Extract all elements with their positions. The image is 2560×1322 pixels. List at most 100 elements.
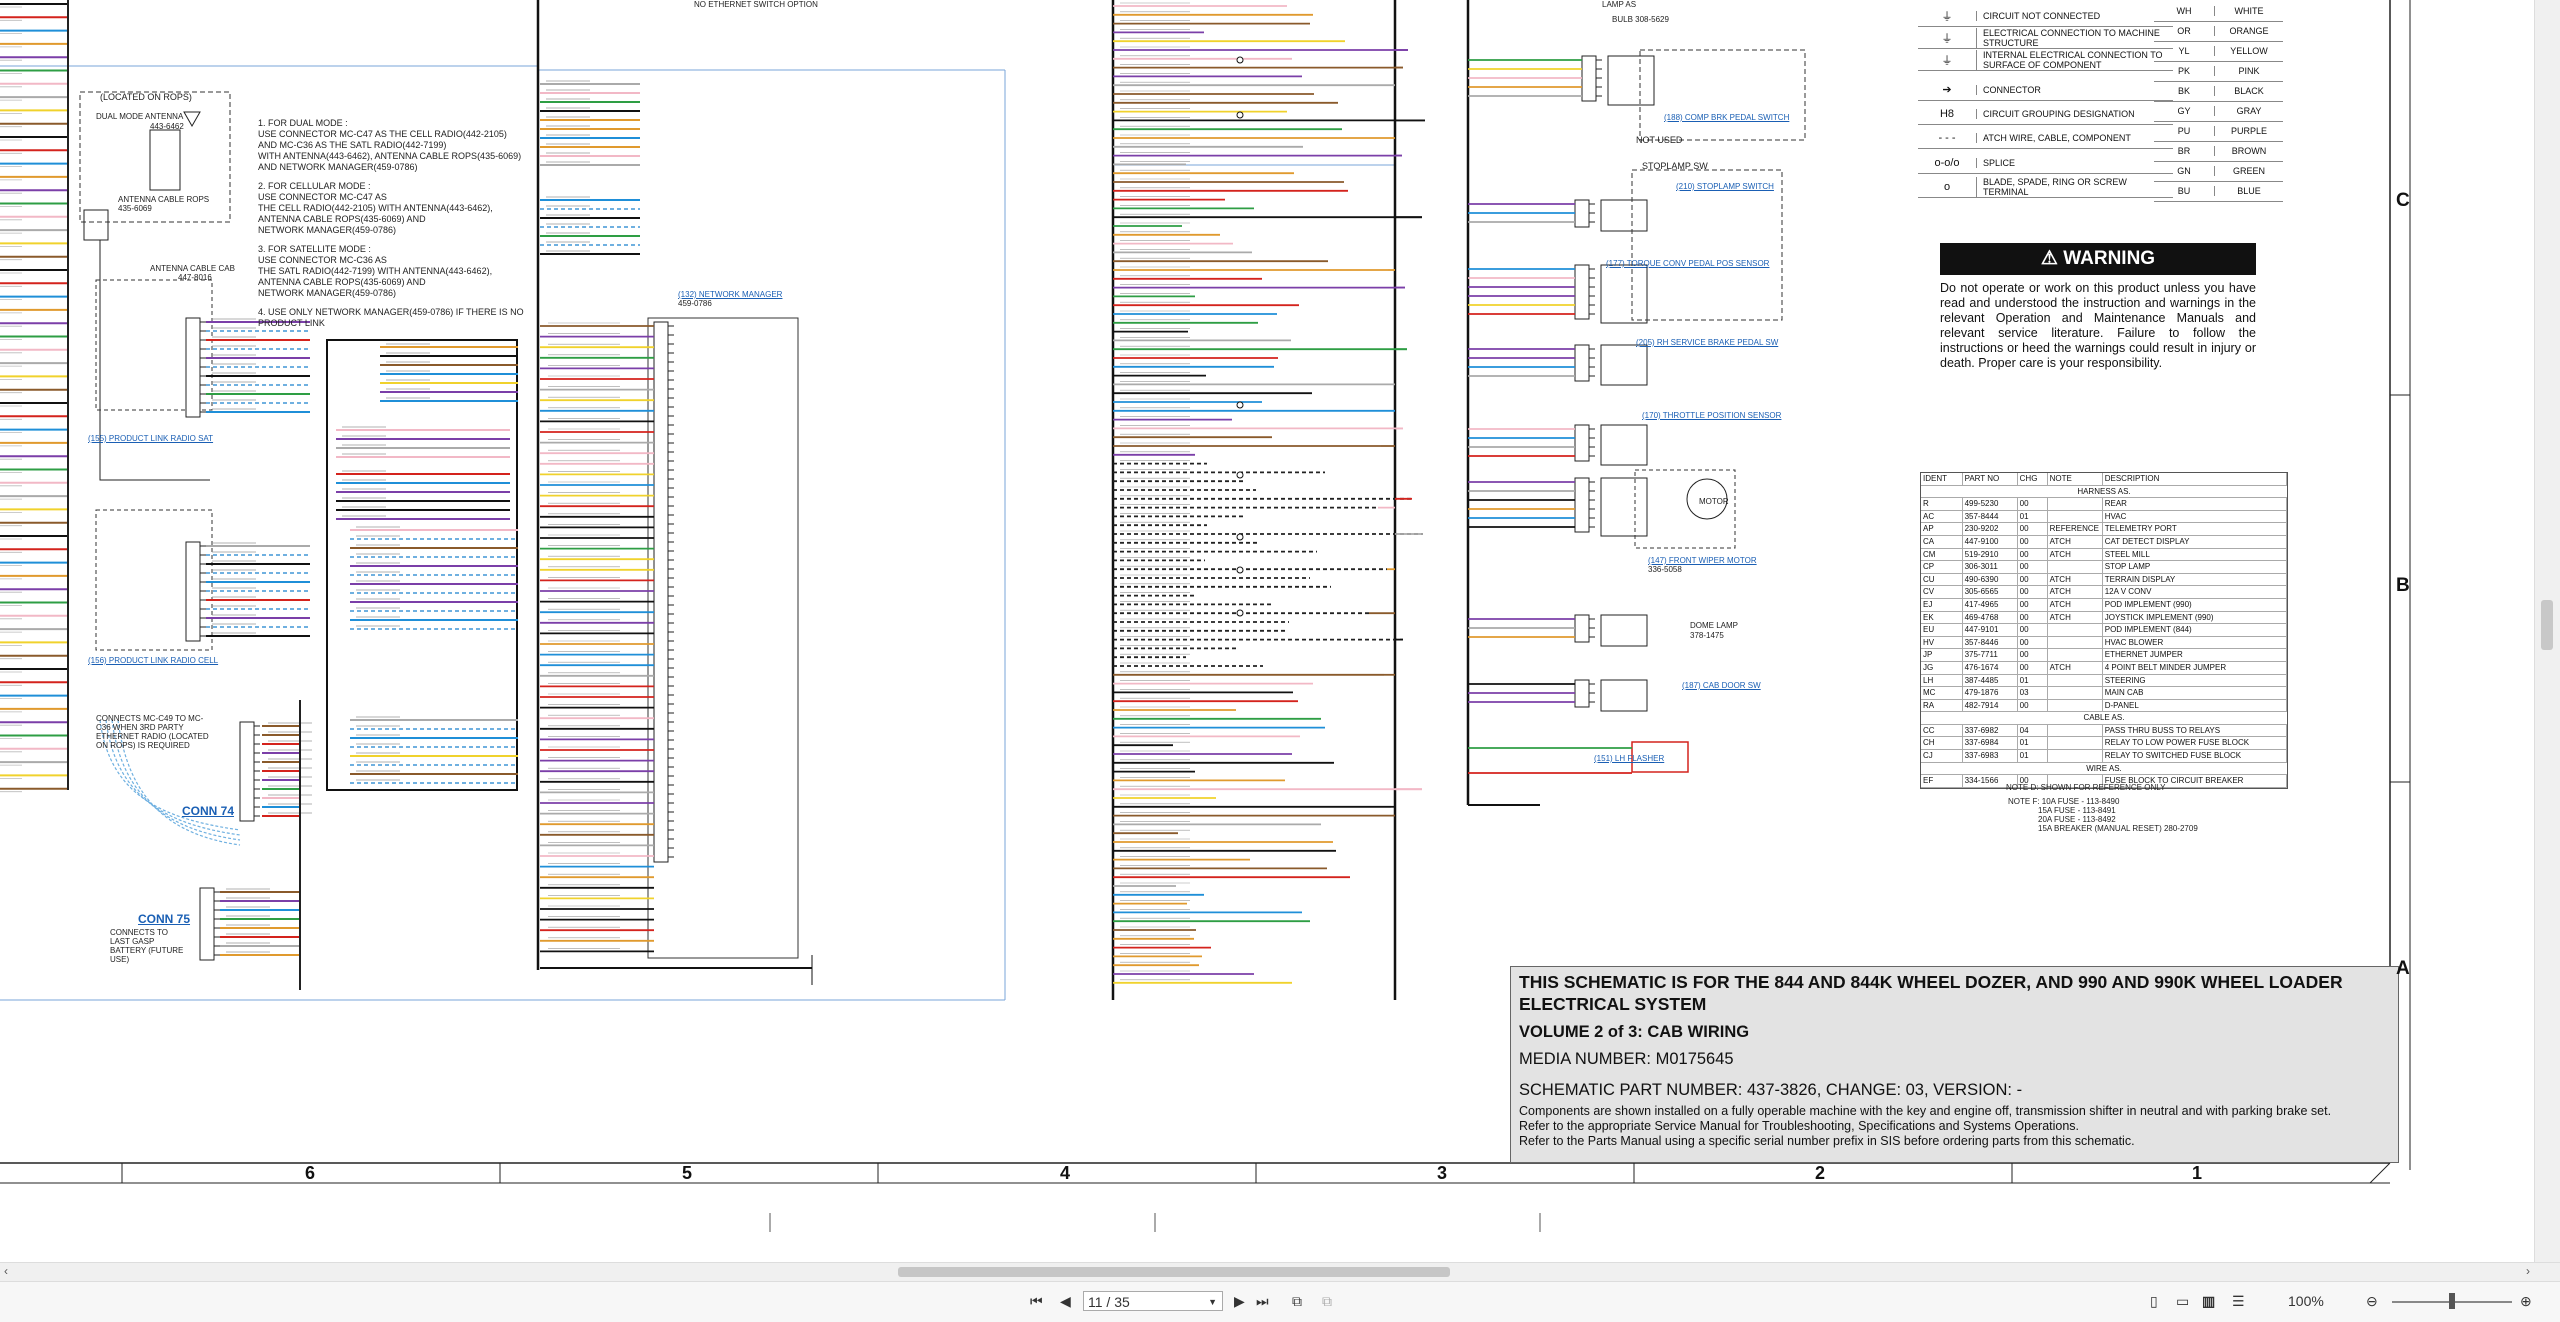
table-cell: 01 — [2018, 510, 2048, 523]
color-code: WH — [2176, 5, 2192, 16]
media-number: MEDIA NUMBER: M0175645 — [1519, 1050, 1734, 1068]
throttle-sensor-link[interactable]: (170) THROTTLE POSITION SENSOR — [1642, 411, 1781, 420]
table-cell: 476-1674 — [1963, 661, 2018, 674]
zone-number: 1 — [2192, 1163, 2203, 1183]
table-row: JG 476-1674 00 ATCH 4 POINT BELT MINDER JUMP… — [1921, 661, 2288, 675]
table-cell: EU — [1921, 624, 1963, 636]
connector — [1574, 344, 1590, 382]
table-cell: 00 — [2018, 699, 2048, 712]
table-row: RA 482-7914 00 D-PANEL — [1921, 699, 2288, 713]
dome-lamp-part: 378-1475 — [1690, 631, 1724, 640]
torque-conv-sensor-link[interactable]: (177) TORQUE CONV PEDAL POS SENSOR — [1606, 259, 1769, 268]
component-box — [1600, 199, 1648, 232]
table-row: CV 305-6565 00 ATCH 12A V CONV — [1921, 586, 2288, 599]
color-name: YELLOW — [2214, 45, 2283, 56]
single-page-view-icon[interactable]: ▯ — [2150, 1292, 2158, 1310]
legend-symbol-icon: ⏚ — [1941, 10, 1953, 23]
product-link-cell-link[interactable]: (156) PRODUCT LINK RADIO CELL — [88, 656, 218, 665]
zoom-out-icon[interactable]: ⊖ — [2366, 1292, 2378, 1310]
component-box — [1600, 264, 1648, 324]
first-page-icon[interactable]: ⏮ — [1030, 1292, 1043, 1310]
warning-header: ⚠ WARNING — [1940, 243, 2256, 275]
next-page-icon[interactable]: ▶ — [1234, 1292, 1245, 1310]
table-cell: 490-6390 — [1963, 573, 2018, 586]
top-cut-text: NO ETHERNET SWITCH OPTION — [694, 0, 818, 9]
flasher-link[interactable]: (151) LH FLASHER — [1594, 754, 1664, 763]
table-cell: RELAY TO SWITCHED FUSE BLOCK — [2103, 750, 2288, 762]
title-block: THIS SCHEMATIC IS FOR THE 844 AND 844K W… — [1510, 966, 2399, 1163]
page-selector[interactable]: 11 / 35 ▼ — [1083, 1291, 1223, 1311]
conn74-link[interactable]: CONN 74 — [182, 805, 234, 817]
table-cell: HV — [1921, 636, 1963, 649]
stoplamp-switch-link[interactable]: (210) STOPLAMP SWITCH — [1676, 182, 1774, 191]
table-cell: STEEL MILL — [2103, 548, 2288, 561]
table-row: AP 230-9202 00 REFERENCE TELEMETRY PORT — [1921, 523, 2288, 536]
table-row: MC 479-1876 03 MAIN CAB — [1921, 687, 2288, 700]
table-cell: 00 — [2018, 523, 2048, 535]
legend-text: ELECTRICAL CONNECTION TO MACHINE STRUCTU… — [1976, 27, 2173, 48]
conn75-link[interactable]: CONN 75 — [138, 913, 190, 925]
table-cell: 00 — [2018, 498, 2048, 510]
component-box — [1600, 614, 1648, 647]
parts-note-f4: 15A BREAKER (MANUAL RESET) 280-2709 — [2038, 824, 2198, 833]
table-cell: HVAC — [2103, 510, 2288, 523]
rotate-icon[interactable]: ⧉ — [1322, 1292, 1332, 1310]
table-cell: CH — [1921, 737, 1963, 750]
table-cell: IDENT — [1921, 473, 1963, 485]
boundary-line — [0, 65, 1005, 71]
horizontal-scroll-thumb[interactable] — [898, 1267, 1450, 1277]
table-cell: CA — [1921, 535, 1963, 548]
color-code: OR — [2177, 25, 2191, 36]
comp-brk-switch-link[interactable]: (188) COMP BRK PEDAL SWITCH — [1664, 113, 1789, 122]
scroll-left-icon[interactable]: ‹ — [4, 1264, 8, 1278]
note-line: NETWORK MANAGER(459-0786) — [258, 288, 397, 298]
table-cell: EJ — [1921, 598, 1963, 611]
table-row: HV 357-8446 00 HVAC BLOWER — [1921, 636, 2288, 650]
network-manager-link[interactable]: (132) NETWORK MANAGER — [678, 290, 782, 299]
door-sw-link[interactable]: (187) CAB DOOR SW — [1682, 681, 1761, 690]
title-notes: Components are shown installed on a full… — [1519, 1104, 2398, 1149]
table-cell: STEERING — [2103, 674, 2288, 687]
table-cell: RA — [1921, 699, 1963, 712]
facing-view-icon[interactable]: ▥ — [2202, 1292, 2215, 1310]
connector — [185, 541, 201, 642]
antenna-cable-cab-part: 447-8016 — [178, 273, 212, 282]
zoom-slider-handle[interactable] — [2449, 1293, 2455, 1309]
zoom-level[interactable]: 100% — [2288, 1292, 2324, 1310]
table-cell: NOTE — [2048, 473, 2103, 485]
note-line: NETWORK MANAGER(459-0786) — [258, 225, 397, 235]
table-row: EU 447-9101 00 POD IMPLEMENT (844) — [1921, 624, 2288, 637]
network-manager-part: 459-0786 — [678, 299, 712, 308]
table-cell: 469-4768 — [1963, 611, 2018, 624]
table-cell: 519-2910 — [1963, 548, 2018, 561]
vertical-scrollbar[interactable] — [2534, 0, 2560, 1262]
frame-line — [2369, 1162, 2391, 1184]
table-row: CU 490-6390 00 ATCH TERRAIN DISPLAY — [1921, 573, 2288, 587]
table-cell: RELAY TO LOW POWER FUSE BLOCK — [2103, 737, 2288, 750]
product-link-sat-link[interactable]: (155) PRODUCT LINK RADIO SAT — [88, 434, 213, 443]
splice-icon — [1236, 609, 1244, 617]
horizontal-scrollbar[interactable]: ‹ › — [0, 1262, 2560, 1281]
table-cell: 337-6984 — [1963, 737, 2018, 750]
connector — [1574, 679, 1590, 708]
two-pages-icon[interactable]: ⧉ — [1292, 1292, 1302, 1310]
note-line: AND NETWORK MANAGER(459-0786) — [258, 162, 418, 172]
zoom-in-icon[interactable]: ⊕ — [2520, 1292, 2532, 1310]
continuous-view-icon[interactable]: ▭ — [2176, 1292, 2189, 1310]
table-cell: JOYSTICK IMPLEMENT (990) — [2103, 611, 2288, 624]
service-brake-sensor-link[interactable]: (205) RH SERVICE BRAKE PEDAL SW — [1636, 338, 1778, 347]
table-cell: 00 — [2018, 561, 2048, 573]
table-cell: PASS THRU BUSS TO RELAYS — [2103, 724, 2288, 737]
scroll-right-icon[interactable]: › — [2526, 1264, 2530, 1278]
last-page-icon[interactable]: ⏭ — [1256, 1292, 1269, 1310]
previous-page-icon[interactable]: ◀ — [1060, 1292, 1071, 1310]
front-wiper-motor-link[interactable]: (147) FRONT WIPER MOTOR — [1648, 556, 1757, 565]
table-cell: AC — [1921, 510, 1963, 523]
table-cell: 03 — [2018, 687, 2048, 699]
facing-continuous-view-icon[interactable]: ☰ — [2232, 1292, 2245, 1310]
table-cell: CP — [1921, 561, 1963, 573]
table-row: LH 387-4485 01 STEERING — [1921, 674, 2288, 688]
connector — [1574, 264, 1590, 320]
legend-text: CIRCUIT NOT CONNECTED — [1976, 10, 2173, 21]
vertical-scroll-thumb[interactable] — [2541, 600, 2553, 650]
